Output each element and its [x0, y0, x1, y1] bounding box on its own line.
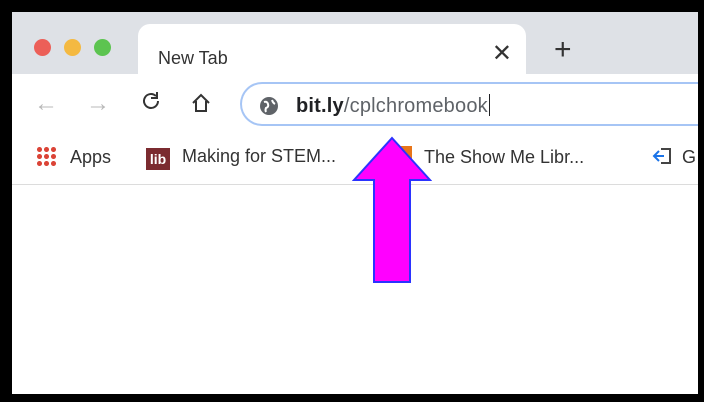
- toolbar: ← → bit.ly/cplchromebook: [12, 74, 698, 134]
- forward-button[interactable]: →: [86, 90, 110, 118]
- bookmark-label: The Show Me Libr...: [424, 147, 585, 167]
- url-domain: bit.ly: [296, 95, 344, 117]
- new-tab-button[interactable]: +: [554, 35, 572, 65]
- maximize-window-button[interactable]: [94, 39, 111, 56]
- home-icon: [192, 93, 210, 112]
- text-cursor: [488, 94, 490, 116]
- apps-grid-icon: [36, 146, 56, 166]
- address-url[interactable]: bit.ly/cplchromebook: [296, 94, 490, 118]
- back-button[interactable]: ←: [34, 90, 58, 118]
- globe-icon: [260, 97, 278, 115]
- bookmark-g[interactable]: G: [652, 146, 696, 168]
- tab-close-icon[interactable]: ✕: [492, 42, 512, 66]
- sign-in-icon: [652, 148, 671, 164]
- address-bar[interactable]: bit.ly/cplchromebook: [240, 82, 698, 126]
- screenshot-frame: New Tab ✕ + ← → bit.ly/cplchromebook App…: [0, 0, 704, 402]
- bookmark-apps[interactable]: Apps: [36, 146, 111, 168]
- minimize-window-button[interactable]: [64, 39, 81, 56]
- title-bar: New Tab ✕ +: [12, 12, 698, 76]
- home-button[interactable]: [190, 92, 212, 121]
- reload-icon: [143, 92, 159, 109]
- bookmark-label: Making for STEM...: [182, 146, 337, 166]
- bookmark-label: G: [682, 147, 697, 167]
- bookmark-making-for-stem[interactable]: lib Making for STEM...: [146, 146, 336, 170]
- tab-new-tab[interactable]: New Tab ✕: [138, 24, 526, 76]
- reload-button[interactable]: [140, 90, 162, 119]
- bookmark-label: Apps: [70, 147, 112, 167]
- url-path: /cplchromebook: [343, 95, 488, 117]
- tab-title: New Tab: [158, 48, 228, 68]
- lib-icon: lib: [146, 148, 170, 170]
- close-window-button[interactable]: [34, 39, 51, 56]
- pointer-arrow-annotation: [352, 136, 432, 283]
